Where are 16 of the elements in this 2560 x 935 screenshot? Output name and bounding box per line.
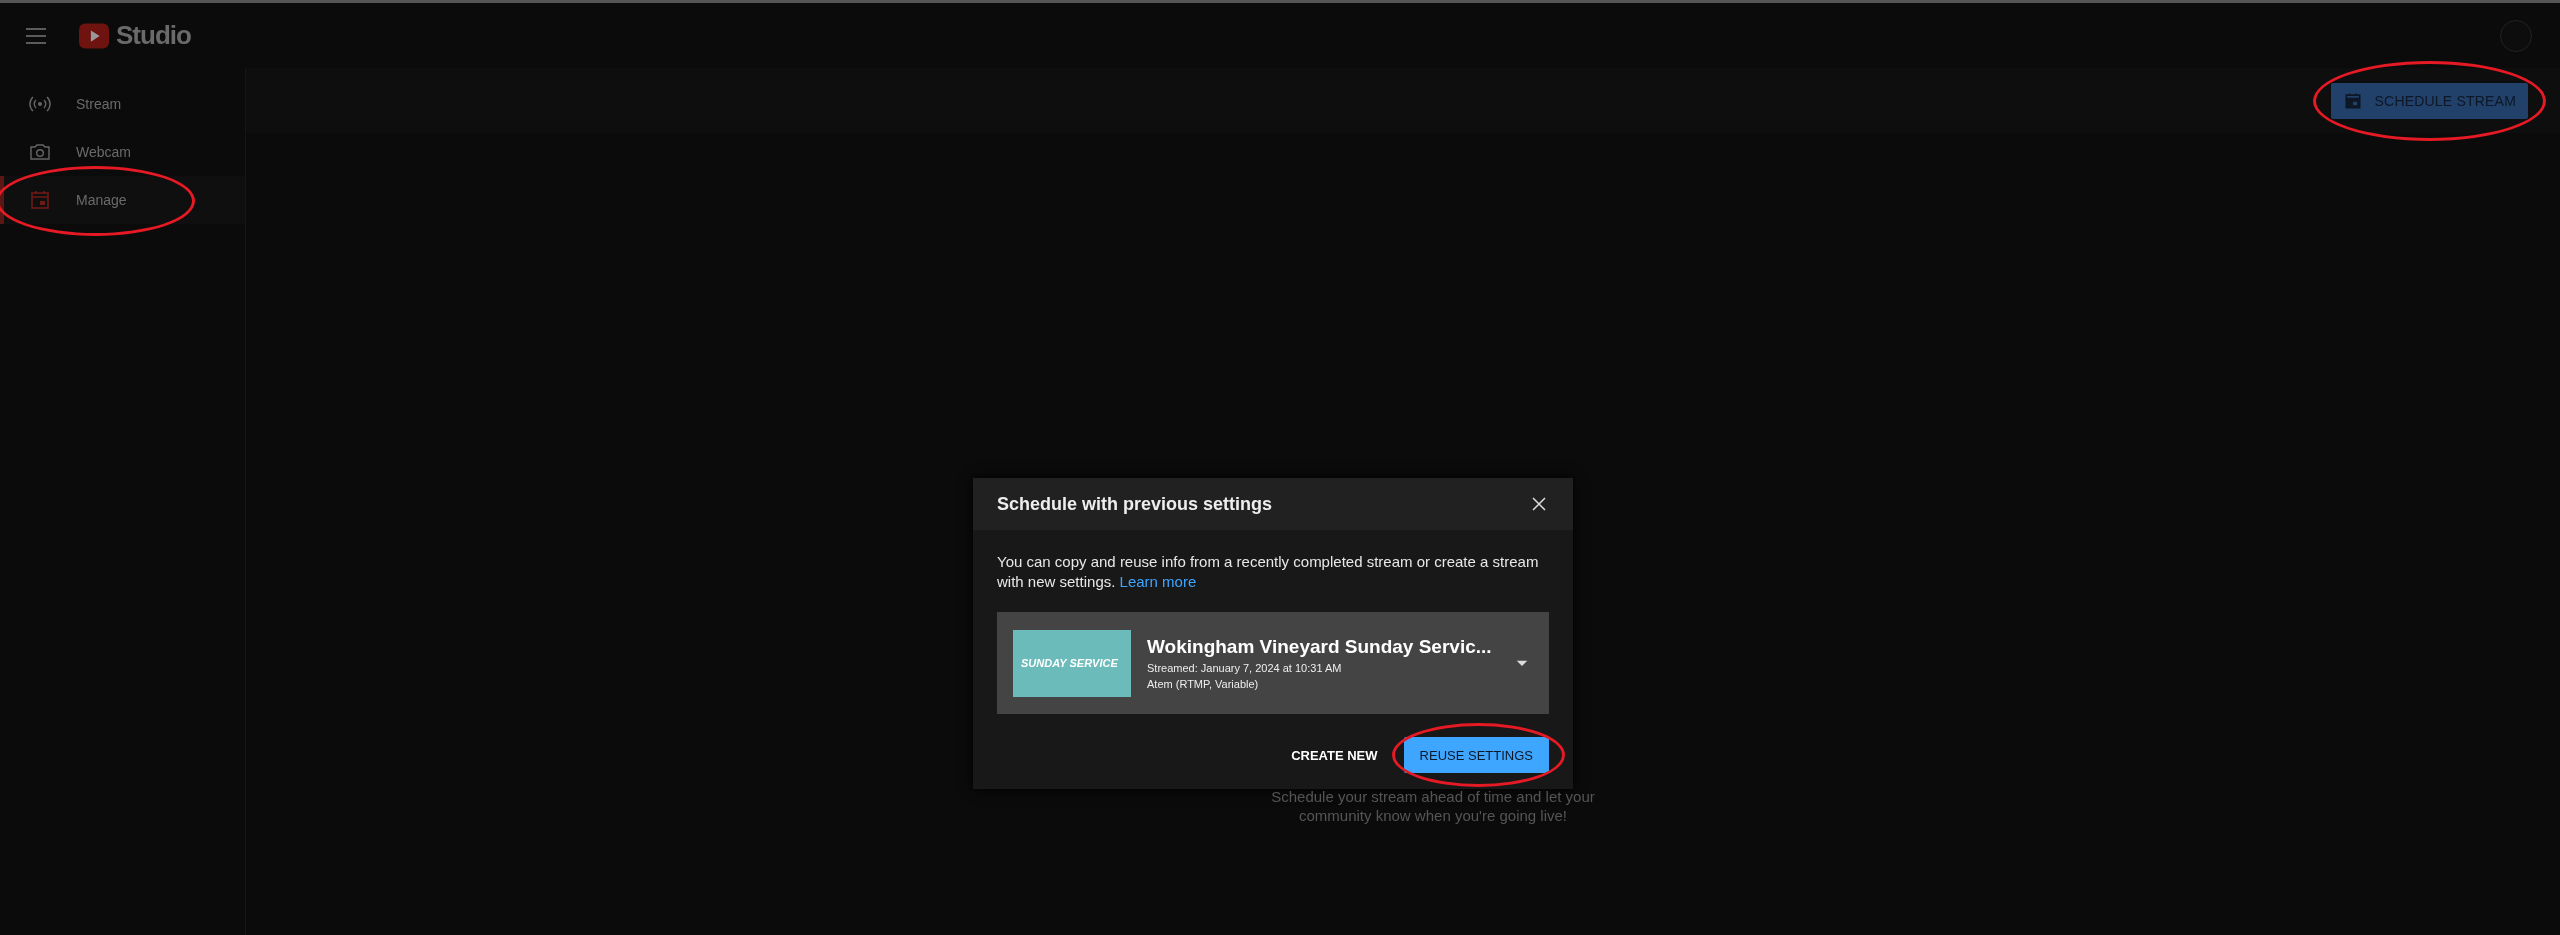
reuse-settings-button[interactable]: REUSE SETTINGS xyxy=(1403,737,1549,773)
empty-state-text: Schedule your stream ahead of time and let your community know when you're going live! xyxy=(1270,787,1596,825)
stream-dropdown[interactable]: SUNDAY SERVICE Wokingham Vineyard Sunday Servic... Streamed: January 7, 2024 at 10:31 AM Atem (RTMP, Variable) xyxy=(997,612,1549,714)
sidebar-item[interactable]: Stream xyxy=(0,80,245,128)
create-new-button[interactable]: CREATE NEW xyxy=(1291,737,1378,773)
sidebar-item[interactable]: Manage xyxy=(0,176,245,224)
logo-text: Studio xyxy=(116,20,191,51)
sidebar-item[interactable]: Webcam xyxy=(0,128,245,176)
thumbnail-text: SUNDAY SERVICE xyxy=(1021,657,1118,669)
learn-more-link[interactable]: Learn more xyxy=(1119,573,1197,590)
calendar-icon xyxy=(28,188,52,212)
stream-date: Streamed: January 7, 2024 at 10:31 AM xyxy=(1147,662,1343,674)
intro-text: You can copy and reuse info from a recently completed stream or create a stream with new settings. Learn more xyxy=(997,552,1540,592)
dialog-title: Schedule with previous settings xyxy=(997,493,1273,515)
stream-title: Wokingham Vineyard Sunday Servic... xyxy=(1147,636,1493,658)
stream-encoder: Atem (RTMP, Variable) xyxy=(1147,678,1260,690)
